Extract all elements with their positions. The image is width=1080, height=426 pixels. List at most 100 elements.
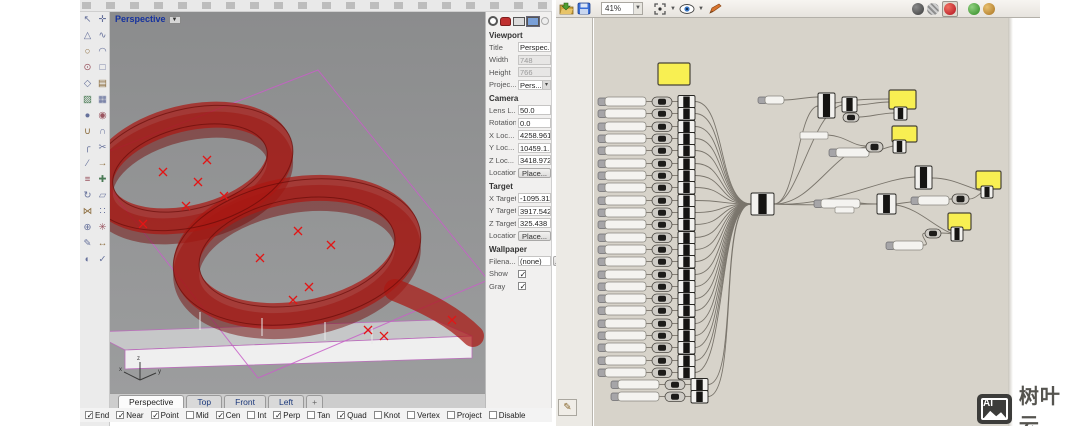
number-slider[interactable] xyxy=(604,269,647,280)
osnap-tan[interactable]: Tan xyxy=(307,411,330,420)
prop-value[interactable]: Perspec... xyxy=(518,42,551,53)
preview-shaded-pressed[interactable] xyxy=(942,0,958,17)
scale-icon[interactable]: ▱ xyxy=(95,188,110,204)
sweep-icon[interactable]: ▨ xyxy=(80,92,95,108)
open-file-icon[interactable] xyxy=(559,2,574,15)
zoom-extents-caret-icon[interactable]: ▼ xyxy=(670,6,676,12)
osnap-checkbox[interactable] xyxy=(337,411,346,420)
zoom-dropdown-icon[interactable]: ▼ xyxy=(633,3,642,14)
osnap-checkbox[interactable] xyxy=(116,411,125,420)
boolean-intersect-icon[interactable]: ∩ xyxy=(95,124,110,140)
prop-value[interactable]: 3418.972 xyxy=(518,155,551,166)
visibility-icon[interactable]: ◐ xyxy=(80,252,95,268)
number-slider[interactable] xyxy=(604,182,647,193)
save-file-icon[interactable] xyxy=(577,2,591,15)
osnap-disable[interactable]: Disable xyxy=(488,411,525,420)
osnap-project[interactable]: Project xyxy=(446,411,482,420)
osnap-checkbox[interactable] xyxy=(185,411,194,419)
camera-icon[interactable] xyxy=(526,15,540,27)
rhino-top-toolbar[interactable] xyxy=(80,0,552,12)
number-slider[interactable] xyxy=(604,355,647,366)
prop-value[interactable]: 0.0 xyxy=(518,117,551,128)
number-slider[interactable] xyxy=(764,95,785,105)
number-slider[interactable] xyxy=(617,391,660,402)
grasshopper-canvas[interactable] xyxy=(594,18,1008,426)
number-slider[interactable] xyxy=(604,158,647,169)
number-slider[interactable] xyxy=(604,305,647,316)
osnap-end[interactable]: End xyxy=(85,411,109,420)
gh-value[interactable] xyxy=(834,206,855,214)
number-slider[interactable] xyxy=(604,293,647,304)
osnap-checkbox[interactable] xyxy=(85,411,94,420)
prop-value[interactable]: (none) xyxy=(518,256,551,267)
perspective-viewport[interactable]: Perspective ▼ z x y xyxy=(110,12,485,393)
sphere-icon[interactable]: ● xyxy=(80,108,95,124)
number-slider[interactable] xyxy=(604,145,647,156)
dimension-icon[interactable]: ↔ xyxy=(95,236,110,252)
curve-icon[interactable]: ∿ xyxy=(95,28,110,44)
osnap-checkbox[interactable] xyxy=(446,411,455,419)
material-icon[interactable] xyxy=(500,16,511,26)
prop-value[interactable]: 3917.542 xyxy=(518,205,551,216)
number-slider[interactable] xyxy=(604,232,647,243)
prop-select[interactable]: Pers... ▾ xyxy=(518,79,551,90)
bake-green-icon[interactable] xyxy=(968,2,980,15)
extend-icon[interactable]: → xyxy=(95,156,110,172)
surface-icon[interactable]: ▤ xyxy=(95,76,110,92)
zoom-level-select[interactable]: 41% ▼ xyxy=(601,2,643,15)
arc-icon[interactable]: ◠ xyxy=(95,44,110,60)
prop-value[interactable]: 10459.1... xyxy=(518,142,551,153)
number-slider[interactable] xyxy=(604,133,647,144)
viewport-tab-front[interactable]: Front xyxy=(224,395,266,408)
osnap-near[interactable]: Near xyxy=(116,411,144,420)
number-slider[interactable] xyxy=(835,147,870,158)
gh-panel[interactable] xyxy=(657,62,691,86)
prop-value[interactable]: 50.0 xyxy=(518,105,551,116)
number-slider[interactable] xyxy=(604,207,647,218)
osnap-checkbox[interactable] xyxy=(307,411,316,419)
osnap-checkbox[interactable] xyxy=(215,411,225,420)
point-edit-icon[interactable]: ✎ xyxy=(80,236,95,252)
number-slider[interactable] xyxy=(799,131,829,140)
number-slider[interactable] xyxy=(917,195,950,206)
number-slider[interactable] xyxy=(604,342,647,353)
prop-value[interactable]: 4258.961 xyxy=(518,130,551,141)
dropdown-icon[interactable]: ▾ xyxy=(542,80,550,89)
split-icon[interactable]: ∕ xyxy=(80,156,95,172)
number-slider[interactable] xyxy=(604,330,647,341)
number-slider[interactable] xyxy=(604,256,647,267)
mirror-icon[interactable]: ⋈ xyxy=(80,204,95,220)
osnap-point[interactable]: Point xyxy=(150,411,179,420)
fillet-icon[interactable]: ╭ xyxy=(80,140,95,156)
number-slider[interactable] xyxy=(604,219,647,230)
osnap-perp[interactable]: Perp xyxy=(273,411,300,420)
trim-icon[interactable]: ✂ xyxy=(95,140,110,156)
prop-value[interactable]: -1095.311 xyxy=(518,193,551,204)
prop-value[interactable]: 325.438 xyxy=(518,218,551,229)
box-icon[interactable]: ▦ xyxy=(95,92,110,108)
preview-eye-icon[interactable] xyxy=(679,3,695,15)
place-button[interactable]: Place... xyxy=(518,230,551,241)
viewport-tab-left[interactable]: Left xyxy=(267,395,305,408)
gh-panel[interactable] xyxy=(888,89,917,110)
canvas-sketch-tool-icon[interactable]: ✎ xyxy=(558,399,577,416)
explode-icon[interactable]: ✳ xyxy=(95,220,110,236)
prop-checkbox[interactable] xyxy=(518,282,527,291)
number-slider[interactable] xyxy=(604,367,647,378)
osnap-checkbox[interactable] xyxy=(407,411,416,419)
polygon-icon[interactable]: ◇ xyxy=(80,76,95,92)
select-cursor-icon[interactable]: ↖ xyxy=(80,12,95,28)
preview-off-icon[interactable] xyxy=(912,2,924,15)
boolean-union-icon[interactable]: ∪ xyxy=(80,124,95,140)
polyline-icon[interactable]: △ xyxy=(80,28,95,44)
osnap-mid[interactable]: Mid xyxy=(185,411,209,420)
offset-icon[interactable]: ≡ xyxy=(80,172,95,188)
number-slider[interactable] xyxy=(604,121,647,132)
osnap-checkbox[interactable] xyxy=(373,411,382,419)
panel-options-icon[interactable] xyxy=(541,17,549,25)
rotate-icon[interactable]: ↻ xyxy=(80,188,95,204)
osnap-cen[interactable]: Cen xyxy=(215,411,240,420)
viewport-tab-add[interactable]: + xyxy=(306,395,324,408)
move-icon[interactable]: ✚ xyxy=(95,172,110,188)
osnap-vertex[interactable]: Vertex xyxy=(407,411,440,420)
